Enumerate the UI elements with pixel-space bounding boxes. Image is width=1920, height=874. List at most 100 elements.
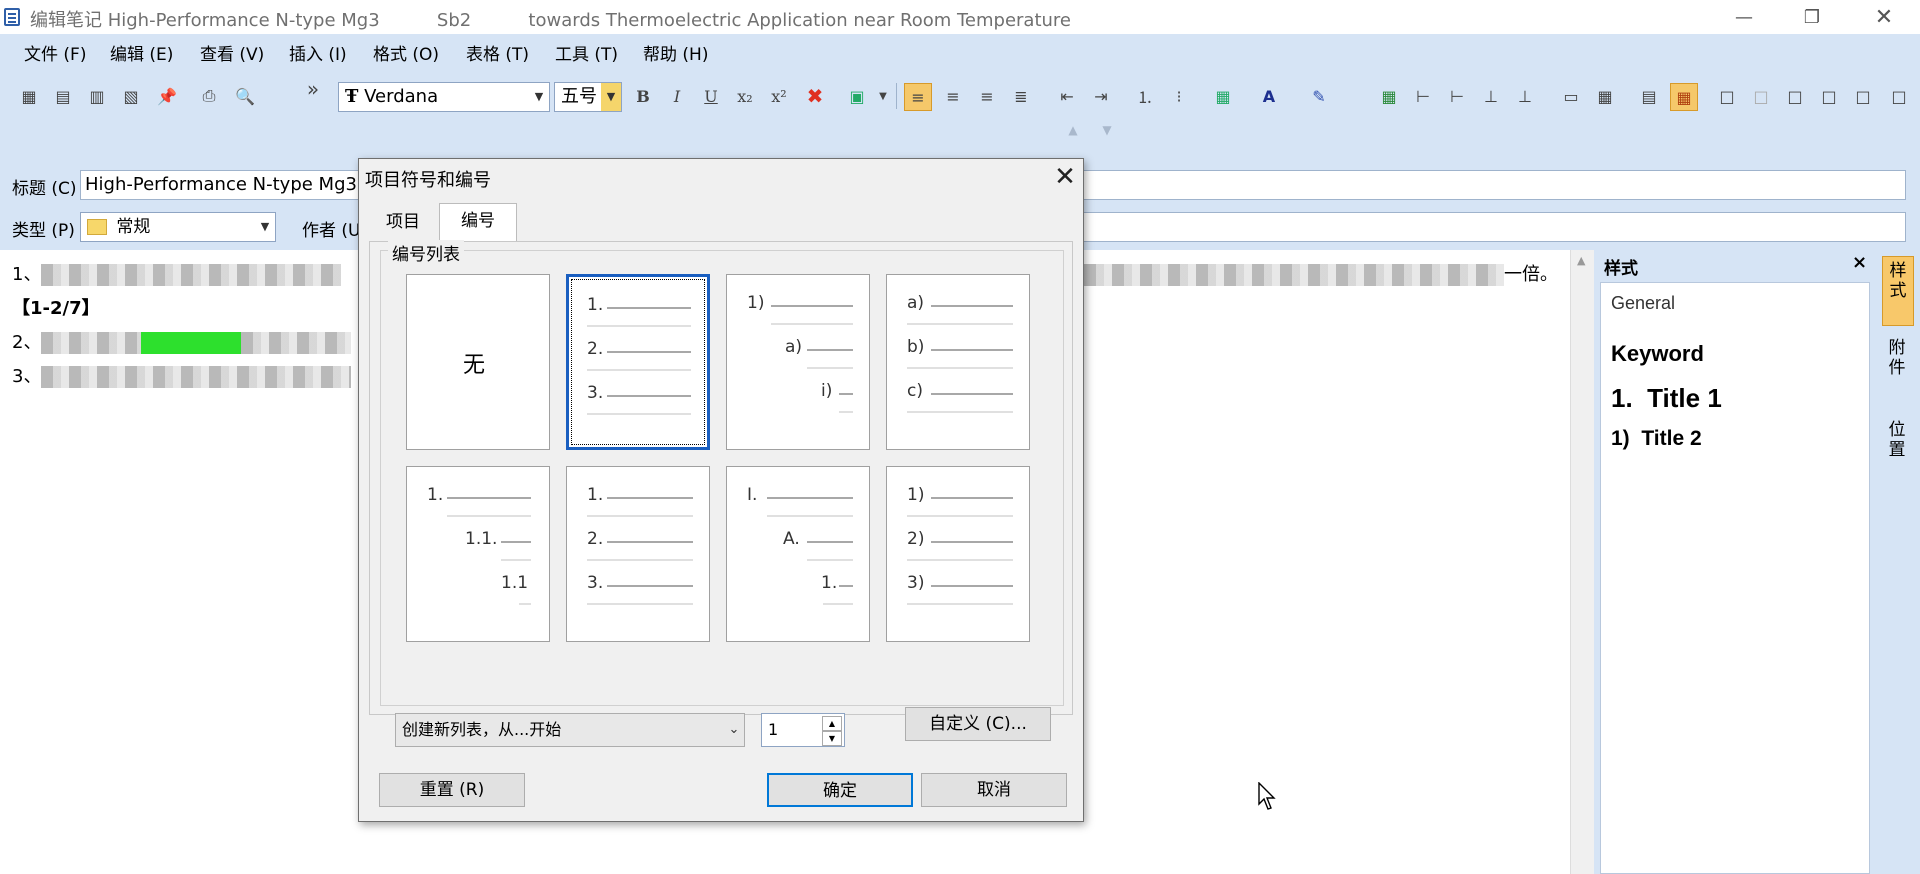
- side-tab-location-label: 位置: [1888, 420, 1906, 460]
- numbering-style-decimal-dot[interactable]: 1. 2. 3.: [566, 274, 710, 450]
- bold-button[interactable]: B: [630, 83, 656, 109]
- menu-edit[interactable]: 编辑 (E): [110, 40, 173, 70]
- chevron-down-icon[interactable]: ▼: [870, 83, 896, 109]
- menu-table[interactable]: 表格 (T): [466, 40, 529, 70]
- indent-increase-icon[interactable]: ⇥: [1088, 83, 1114, 109]
- chevron-down-icon: ▼: [601, 83, 621, 111]
- side-tab-attachments[interactable]: 附件: [1882, 334, 1912, 408]
- font-name-select[interactable]: Ŧ Verdana ▼: [338, 82, 550, 112]
- reset-button[interactable]: 重置 (R): [379, 773, 525, 807]
- print-preview-icon[interactable]: 🔍: [232, 83, 258, 109]
- preview-label: 1): [907, 485, 925, 505]
- clear-format-button[interactable]: ✖: [802, 83, 828, 109]
- dialog-close-button[interactable]: ✕: [1047, 159, 1083, 195]
- table-insert-col-icon[interactable]: ⊢: [1444, 83, 1470, 109]
- layout-grid-icon[interactable]: ▦: [1210, 83, 1236, 109]
- menu-tools[interactable]: 工具 (T): [555, 40, 618, 70]
- italic-button[interactable]: I: [664, 83, 690, 109]
- preview-line: [907, 559, 1013, 561]
- superscript-button[interactable]: x²: [766, 83, 792, 109]
- numbering-style-roman-outline[interactable]: I. A. 1.: [726, 466, 870, 642]
- numbering-style-decimal-paren[interactable]: 1) 2) 3): [886, 466, 1030, 642]
- list-mode-select[interactable]: 创建新列表，从...开始 ⌄: [395, 713, 745, 747]
- side-tab-style[interactable]: 样式: [1882, 256, 1914, 326]
- scroll-up-icon[interactable]: ▲: [1060, 117, 1086, 143]
- preview-line: [807, 541, 853, 543]
- insert-image-icon[interactable]: ▣: [844, 83, 870, 109]
- tab-numbering[interactable]: 编号: [439, 203, 517, 242]
- numbering-style-none[interactable]: 无: [406, 274, 550, 450]
- editor-line: 【1-2/7】: [12, 298, 100, 319]
- border-right-icon[interactable]: □: [1850, 83, 1876, 109]
- author-label: 作者 (U: [302, 221, 361, 241]
- ok-button[interactable]: 确定: [767, 773, 913, 807]
- font-color-icon[interactable]: A: [1256, 83, 1282, 109]
- pin-icon[interactable]: 📌: [154, 83, 180, 109]
- menu-insert[interactable]: 插入 (I): [289, 40, 347, 70]
- save-icon[interactable]: ▤: [50, 83, 76, 109]
- align-justify-icon[interactable]: ≣: [1008, 83, 1034, 109]
- subscript-button[interactable]: x₂: [732, 83, 758, 109]
- table-layout-icon[interactable]: ▭: [1558, 83, 1584, 109]
- start-value-spinner[interactable]: 1 ▲ ▼: [761, 713, 845, 747]
- insert-table-icon[interactable]: ▦: [1376, 83, 1402, 109]
- indent-decrease-icon[interactable]: ⇤: [1054, 83, 1080, 109]
- none-label: 无: [463, 353, 486, 378]
- numbered-list-icon[interactable]: ⒈: [1132, 83, 1158, 109]
- print-icon[interactable]: ⎙: [196, 83, 222, 109]
- menu-file[interactable]: 文件 (F): [24, 40, 86, 70]
- editor-scrollbar[interactable]: ▲: [1570, 250, 1595, 874]
- numbering-style-multilevel[interactable]: 1. 1.1. 1.1: [406, 466, 550, 642]
- author-field[interactable]: [1078, 212, 1906, 242]
- underline-button[interactable]: U: [698, 83, 724, 109]
- border-none-icon[interactable]: □: [1748, 83, 1774, 109]
- scroll-up-arrow-icon[interactable]: ▲: [1577, 254, 1585, 267]
- preview-line: [607, 497, 693, 499]
- border-top-icon[interactable]: □: [1886, 83, 1912, 109]
- save-all-icon[interactable]: ▥: [84, 83, 110, 109]
- align-center-icon[interactable]: ≡: [940, 83, 966, 109]
- border-bottom-icon[interactable]: □: [1782, 83, 1808, 109]
- tab-bullets[interactable]: 项目: [371, 205, 435, 239]
- bullet-list-icon[interactable]: ⁝: [1166, 83, 1192, 109]
- spin-up-icon[interactable]: ▲: [822, 716, 842, 731]
- cancel-button[interactable]: 取消: [921, 773, 1067, 807]
- border-all-icon[interactable]: □: [1714, 83, 1740, 109]
- align-right-icon[interactable]: ≡: [974, 83, 1000, 109]
- redacted-text: [41, 366, 352, 388]
- border-left-icon[interactable]: □: [1816, 83, 1842, 109]
- preview-line: [587, 603, 693, 605]
- close-window-button[interactable]: ✕: [1856, 0, 1912, 34]
- table-properties-icon[interactable]: ▤: [1636, 83, 1662, 109]
- font-size-select[interactable]: 五号 ▼: [554, 82, 622, 112]
- align-left-icon[interactable]: ≡: [904, 83, 932, 111]
- table-insert-row-icon[interactable]: ⊢: [1410, 83, 1436, 109]
- style-item-title-2[interactable]: 1) Title 2: [1611, 427, 1702, 451]
- table-merge-icon[interactable]: ⊥: [1478, 83, 1504, 109]
- table-style-icon[interactable]: ▦: [1670, 83, 1698, 111]
- style-item-keyword[interactable]: Keyword: [1611, 341, 1704, 367]
- export-icon[interactable]: ▧: [118, 83, 144, 109]
- numbering-style-lower-alpha[interactable]: a) b) c): [886, 274, 1030, 450]
- spin-down-icon[interactable]: ▼: [822, 731, 842, 746]
- menu-view[interactable]: 查看 (V): [200, 40, 264, 70]
- scroll-down-icon[interactable]: ▼: [1094, 117, 1120, 143]
- menu-format[interactable]: 格式 (O): [373, 40, 439, 70]
- side-tab-location[interactable]: 位置: [1882, 416, 1912, 490]
- customize-button[interactable]: 自定义 (C)...: [905, 707, 1051, 741]
- table-grid-icon[interactable]: ▦: [1592, 83, 1618, 109]
- type-select[interactable]: 常规 ▼: [80, 212, 276, 242]
- numbering-style-outline-paren[interactable]: 1) a) i): [726, 274, 870, 450]
- style-item-general[interactable]: General: [1611, 293, 1675, 314]
- numbering-style-decimal-plain[interactable]: 1. 2. 3.: [566, 466, 710, 642]
- style-pane-close-button[interactable]: ×: [1852, 252, 1867, 273]
- table-split-icon[interactable]: ⊥: [1512, 83, 1538, 109]
- restore-button[interactable]: ❐: [1784, 0, 1840, 34]
- menu-help[interactable]: 帮助 (H): [643, 40, 708, 70]
- highlighter-icon[interactable]: ✎: [1306, 83, 1332, 109]
- new-note-icon[interactable]: ▦: [16, 83, 42, 109]
- toolbar-overflow-icon[interactable]: »: [300, 76, 326, 102]
- style-pane-title: 样式: [1604, 259, 1638, 279]
- minimize-button[interactable]: —: [1716, 0, 1772, 34]
- style-item-title-1[interactable]: 1. Title 1: [1611, 383, 1722, 414]
